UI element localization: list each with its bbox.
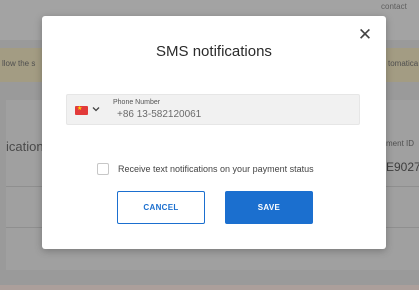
background-footer-band [0,285,419,290]
background-banner-text-left: llow the s [2,59,36,68]
save-button[interactable]: SAVE [225,191,313,224]
cancel-button[interactable]: CANCEL [117,191,205,224]
background-column-value: E9027 [386,160,419,174]
phone-number-input[interactable]: +86 13-582120061 [117,109,201,120]
china-flag-icon[interactable]: ★ [75,106,88,115]
sms-notifications-checkbox[interactable] [97,163,109,175]
background-section-label: ication [6,139,44,154]
phone-number-label: Phone Number [113,99,161,106]
close-icon[interactable]: ✕ [357,26,373,43]
background-column-label: ment ID [386,139,415,148]
background-contact-text: contact [381,2,407,11]
sms-notifications-dialog: SMS notifications ✕ ★ Phone Number +86 1… [42,16,386,249]
phone-number-field[interactable]: ★ Phone Number +86 13-582120061 [66,94,360,125]
chevron-down-icon[interactable] [92,104,100,114]
checkbox-label[interactable]: Receive text notifications on your payme… [118,164,314,174]
background-banner-text-right: tomatica [388,59,419,68]
dialog-title: SMS notifications [156,43,272,60]
